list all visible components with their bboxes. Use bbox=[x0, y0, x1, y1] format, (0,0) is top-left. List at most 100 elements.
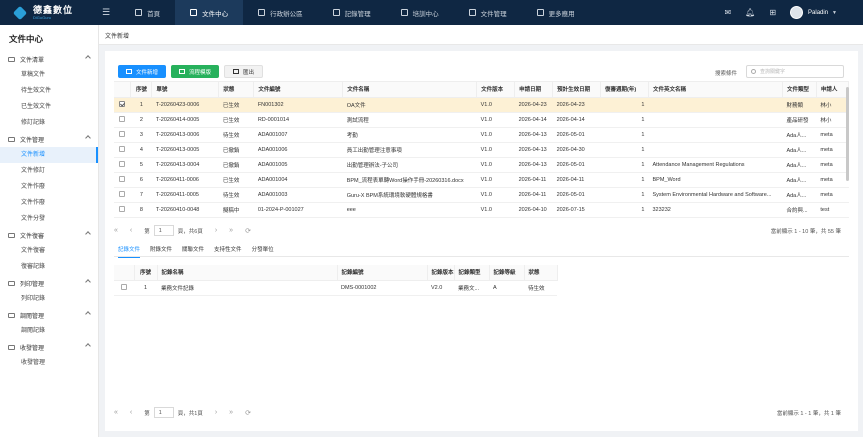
column-header[interactable]: 記錄名稱 bbox=[157, 265, 338, 281]
grid-apps-icon[interactable]: ⊞ bbox=[769, 8, 776, 17]
nav-item-2[interactable]: 文件中心 bbox=[175, 0, 244, 25]
table-row[interactable]: 1 業務文件記錄 DMS-0001002 V2.0 業務文... A 待生效 bbox=[114, 280, 558, 296]
table-row[interactable]: 8 T-20260410-0048 擬稿中 01-2024-P-001027 eee V1… bbox=[114, 202, 849, 218]
column-header[interactable]: 文件編號 bbox=[253, 82, 344, 98]
table-scrollbar[interactable] bbox=[846, 87, 849, 181]
checkbox[interactable] bbox=[119, 176, 126, 183]
column-header[interactable]: 文件版本 bbox=[476, 82, 516, 98]
column-header[interactable]: 文件類型 bbox=[782, 82, 817, 98]
sidebar-group[interactable]: 文件管理 bbox=[0, 131, 98, 147]
row-checkbox-cell[interactable] bbox=[114, 187, 131, 203]
last-page-icon[interactable]: » bbox=[229, 227, 233, 234]
checkbox[interactable] bbox=[121, 284, 127, 291]
column-header[interactable]: 記錄版本 bbox=[427, 265, 455, 281]
sidebar-item[interactable]: 收發管理 bbox=[0, 355, 98, 371]
sidebar-item[interactable]: 修訂記錄 bbox=[0, 115, 98, 131]
column-header[interactable]: 單號 bbox=[151, 82, 220, 98]
sidebar-group[interactable]: 文件復審 bbox=[0, 227, 98, 243]
logo[interactable]: 德鑫數位 DiGoGuru bbox=[0, 5, 98, 20]
sidebar-group[interactable]: 收發管理 bbox=[0, 339, 98, 355]
checkbox[interactable] bbox=[119, 131, 126, 138]
checkbox[interactable] bbox=[119, 101, 126, 108]
row-checkbox-cell[interactable] bbox=[114, 280, 134, 296]
search-input[interactable]: 查詢關鍵字 bbox=[746, 65, 844, 78]
template-button[interactable]: 流程模版 bbox=[171, 65, 220, 78]
bell-icon[interactable]: 🔔︎ bbox=[745, 8, 755, 17]
column-header[interactable]: 記錄編號 bbox=[337, 265, 428, 281]
column-header[interactable]: 文件名稱 bbox=[342, 82, 478, 98]
username[interactable]: Paladin bbox=[808, 10, 828, 16]
table-row[interactable]: 7 T-20260411-0005 待生效 ADA001003 Guru-X BPM系統… bbox=[114, 187, 849, 203]
nav-item-6[interactable]: 文件管理 bbox=[454, 0, 522, 25]
column-header[interactable]: 狀態 bbox=[524, 265, 558, 281]
row-checkbox-cell[interactable] bbox=[114, 157, 131, 173]
mail-icon[interactable]: ✉ bbox=[724, 8, 731, 17]
table-row[interactable]: 5 T-20260413-0004 已撤銷 ADA001005 出勤管理辦法-子公司 V1… bbox=[114, 157, 849, 173]
checkbox[interactable] bbox=[119, 191, 126, 198]
sidebar-group[interactable]: 文件清單 bbox=[0, 51, 98, 67]
refresh-icon[interactable]: ⟳ bbox=[245, 409, 251, 417]
column-header[interactable]: 序號 bbox=[134, 265, 158, 281]
row-checkbox-cell[interactable] bbox=[114, 112, 131, 128]
nav-item-3[interactable]: 行政辦公區 bbox=[243, 0, 318, 25]
sidebar-item[interactable]: 文件復審 bbox=[0, 243, 98, 259]
table-row[interactable]: 2 T-20260414-0005 已生效 RD-0001014 測試流程 V1.0 202… bbox=[114, 112, 849, 128]
sidebar-group[interactable]: 調閱管理 bbox=[0, 307, 98, 323]
last-page-icon[interactable]: » bbox=[229, 409, 233, 416]
sidebar-group[interactable]: 列印管理 bbox=[0, 275, 98, 291]
menu-toggle-icon[interactable]: ☰ bbox=[102, 7, 110, 18]
sidebar-item[interactable]: 調閱記錄 bbox=[0, 323, 98, 339]
export-button[interactable]: 匯出 bbox=[224, 65, 264, 78]
refresh-icon[interactable]: ⟳ bbox=[245, 227, 251, 235]
table-cell: 擬稿中 bbox=[218, 202, 254, 218]
column-header[interactable]: 復審週期(年) bbox=[600, 82, 649, 98]
table-row[interactable]: 4 T-20260413-0005 已撤銷 ADA001006 員工出勤管理注意事項 V1… bbox=[114, 142, 849, 158]
nav-item-5[interactable]: 培訓中心 bbox=[386, 0, 454, 25]
column-header[interactable]: 申請日期 bbox=[514, 82, 554, 98]
column-header[interactable]: 記錄等級 bbox=[489, 265, 525, 281]
first-page-icon[interactable]: « bbox=[114, 409, 118, 416]
sidebar-item[interactable]: 文件修訂 bbox=[0, 163, 98, 179]
nav-item-7[interactable]: 更多應用 bbox=[522, 0, 590, 25]
row-checkbox-cell[interactable] bbox=[114, 142, 131, 158]
breadcrumb[interactable]: 文件新增 bbox=[99, 25, 863, 45]
page-number-input[interactable]: 1 bbox=[153, 407, 174, 418]
column-header[interactable]: 記錄類型 bbox=[454, 265, 490, 281]
sidebar-item[interactable]: 文件作廢 bbox=[0, 179, 98, 195]
prev-page-icon[interactable]: ‹ bbox=[130, 409, 132, 416]
sidebar-item[interactable]: 已生效文件 bbox=[0, 99, 98, 115]
row-checkbox-cell[interactable] bbox=[114, 172, 131, 188]
checkbox[interactable] bbox=[119, 146, 126, 153]
checkbox[interactable] bbox=[119, 116, 126, 123]
row-checkbox-cell[interactable] bbox=[114, 202, 131, 218]
table-row[interactable]: 1 T-20260423-0006 已生效 FN001302 OA文件 V1.0 2026-… bbox=[114, 97, 849, 113]
column-header[interactable]: 序號 bbox=[130, 82, 153, 98]
next-page-icon[interactable]: › bbox=[215, 227, 217, 234]
row-checkbox-cell[interactable] bbox=[114, 97, 131, 113]
checkbox[interactable] bbox=[119, 161, 126, 168]
column-header[interactable]: 申請人 bbox=[816, 82, 849, 98]
avatar[interactable] bbox=[790, 6, 804, 19]
checkbox[interactable] bbox=[119, 206, 126, 213]
first-page-icon[interactable]: « bbox=[114, 227, 118, 234]
sidebar-item[interactable]: 待生效文件 bbox=[0, 83, 98, 99]
prev-page-icon[interactable]: ‹ bbox=[130, 227, 132, 234]
sidebar-item[interactable]: 復審記錄 bbox=[0, 259, 98, 275]
sidebar-item[interactable]: 文件新增 bbox=[0, 147, 98, 163]
next-page-icon[interactable]: › bbox=[215, 409, 217, 416]
nav-item-4[interactable]: 記錄管理 bbox=[318, 0, 386, 25]
table-row[interactable]: 3 T-20260413-0006 待生效 ADA001007 考勤 V1.0 2026-0… bbox=[114, 127, 849, 143]
column-header[interactable]: 預計生效日期 bbox=[552, 82, 602, 98]
chevron-down-icon[interactable]: ▼ bbox=[832, 10, 837, 16]
sidebar-item[interactable]: 草稿文件 bbox=[0, 67, 98, 83]
table-row[interactable]: 6 T-20260411-0006 已生效 ADA001004 BPM_流程表單轉Wor… bbox=[114, 172, 849, 188]
nav-item-1[interactable]: 首頁 bbox=[120, 0, 175, 25]
sidebar-item[interactable]: 文件分發 bbox=[0, 211, 98, 227]
sidebar-item[interactable]: 列印記錄 bbox=[0, 291, 98, 307]
page-number-input[interactable]: 1 bbox=[153, 225, 174, 236]
column-header[interactable]: 文件英文名稱 bbox=[648, 82, 783, 98]
add-document-button[interactable]: 文件新增 bbox=[118, 65, 167, 78]
sidebar-item[interactable]: 文件作廢 bbox=[0, 195, 98, 211]
row-checkbox-cell[interactable] bbox=[114, 127, 131, 143]
column-header[interactable]: 狀態 bbox=[218, 82, 255, 98]
